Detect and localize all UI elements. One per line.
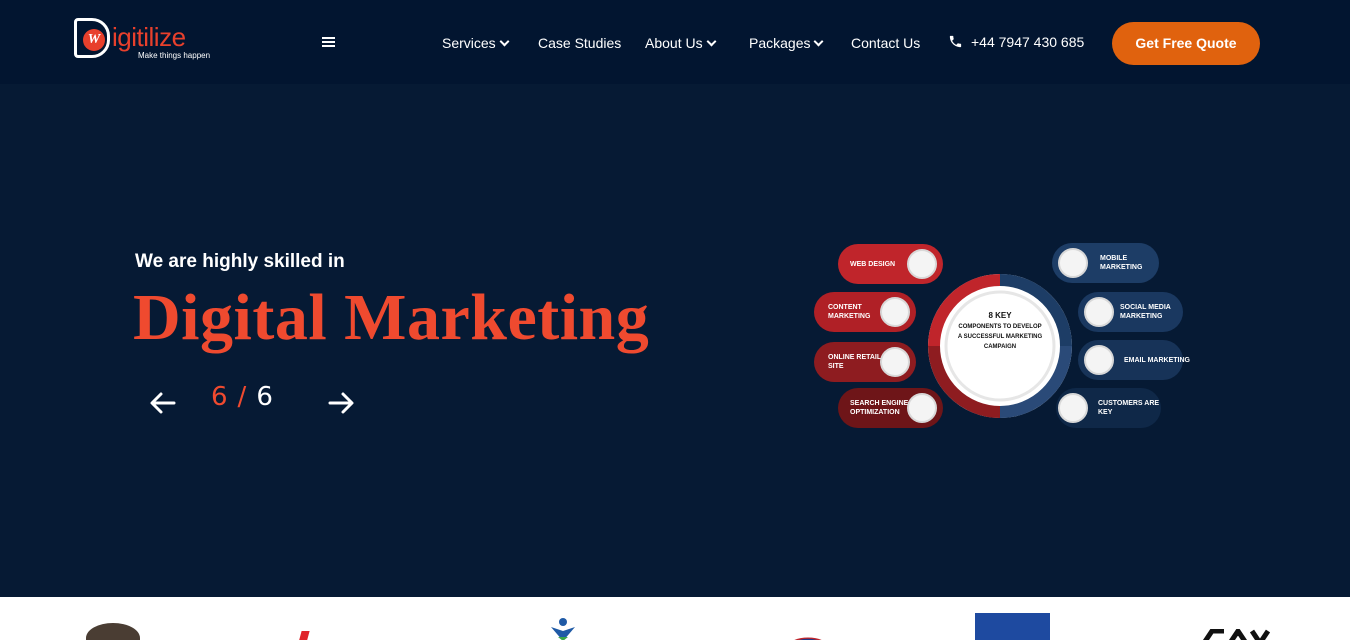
client-logos-strip: [0, 597, 1350, 640]
client-logo-6: [1202, 629, 1271, 640]
nav-contact-us[interactable]: Contact Us: [851, 35, 920, 51]
phone-link[interactable]: +44 7947 430 685: [948, 34, 1084, 50]
pill-content-marketing: CONTENT MARKETING: [814, 292, 916, 332]
slide-current: 6: [211, 382, 228, 412]
chevron-down-icon: [499, 36, 510, 47]
nav-about-us[interactable]: About Us: [645, 35, 717, 51]
logo-tagline: Make things happen: [138, 51, 211, 60]
customers-icon: [1058, 393, 1088, 423]
hamburger-menu-icon[interactable]: [322, 37, 335, 49]
hero-title: Digital Marketing: [133, 281, 650, 354]
phone-icon: [949, 35, 962, 48]
nav-case-studies-label: Case Studies: [538, 35, 622, 51]
web-design-icon: [907, 249, 937, 279]
email-icon: [1084, 345, 1114, 375]
client-logo-5: [975, 613, 1050, 640]
pill-mobile-marketing: MOBILE MARKETING: [1052, 243, 1159, 283]
mobile-icon: [1058, 248, 1088, 278]
slide-counter: 6 / 6: [211, 382, 273, 412]
pill-web-design: WEB DESIGN: [838, 244, 943, 284]
pill-label: SOCIAL MEDIA MARKETING: [1120, 304, 1171, 320]
seo-icon: [907, 393, 937, 423]
pill-online-retail: ONLINE RETAIL SITE: [814, 342, 916, 382]
nav-case-studies[interactable]: Case Studies: [538, 35, 621, 51]
infographic-center-text: COMPONENTS TO DEVELOP A SUCCESSFUL MARKE…: [957, 324, 1043, 350]
slide-total: 6: [256, 382, 273, 412]
arrow-left-icon[interactable]: [148, 388, 178, 418]
chevron-down-icon: [814, 36, 824, 47]
nav-packages[interactable]: Packages: [749, 35, 824, 51]
logo-letter: W: [83, 29, 105, 51]
infographic-center-heading: 8 KEY: [988, 311, 1012, 320]
pill-email-marketing: EMAIL MARKETING: [1078, 340, 1190, 380]
nav-about-us-label: About Us: [645, 35, 703, 51]
marketing-infographic: 8 KEY COMPONENTS TO DEVELOP A SUCCESSFUL…: [800, 236, 1200, 436]
arrow-right-icon[interactable]: [326, 388, 356, 418]
pill-label: EMAIL MARKETING: [1124, 356, 1190, 364]
chevron-down-icon: [706, 36, 717, 47]
nav-packages-label: Packages: [749, 35, 811, 51]
site-header: W igitilize Make things happen Services …: [0, 0, 1350, 84]
site-logo[interactable]: W igitilize Make things happen: [74, 18, 224, 62]
pill-social-media: SOCIAL MEDIA MARKETING: [1078, 292, 1183, 332]
nav-services-label: Services: [442, 35, 496, 51]
pill-label: MOBILE MARKETING: [1100, 255, 1143, 271]
pill-customers: CUSTOMERS ARE KEY: [1056, 388, 1161, 428]
client-logo-2: [298, 631, 310, 640]
content-marketing-icon: [880, 297, 910, 327]
cart-icon: [880, 347, 910, 377]
hero-subtitle: We are highly skilled in: [135, 251, 345, 272]
phone-number: +44 7947 430 685: [971, 34, 1085, 50]
client-logo-1: [86, 623, 140, 640]
client-logo-4: [794, 637, 822, 640]
client-logo-3: [551, 618, 575, 640]
pill-seo: SEARCH ENGINE OPTIMIZATION: [838, 388, 943, 428]
social-media-icon: [1084, 297, 1114, 327]
logo-mark: W: [74, 18, 110, 58]
nav-contact-us-label: Contact Us: [851, 35, 921, 51]
logo-wordmark: igitilize: [112, 22, 186, 52]
slide-separator: /: [237, 382, 247, 412]
pill-label: CUSTOMERS ARE KEY: [1098, 400, 1160, 416]
get-free-quote-button[interactable]: Get Free Quote: [1112, 22, 1260, 65]
nav-services[interactable]: Services: [442, 35, 510, 51]
